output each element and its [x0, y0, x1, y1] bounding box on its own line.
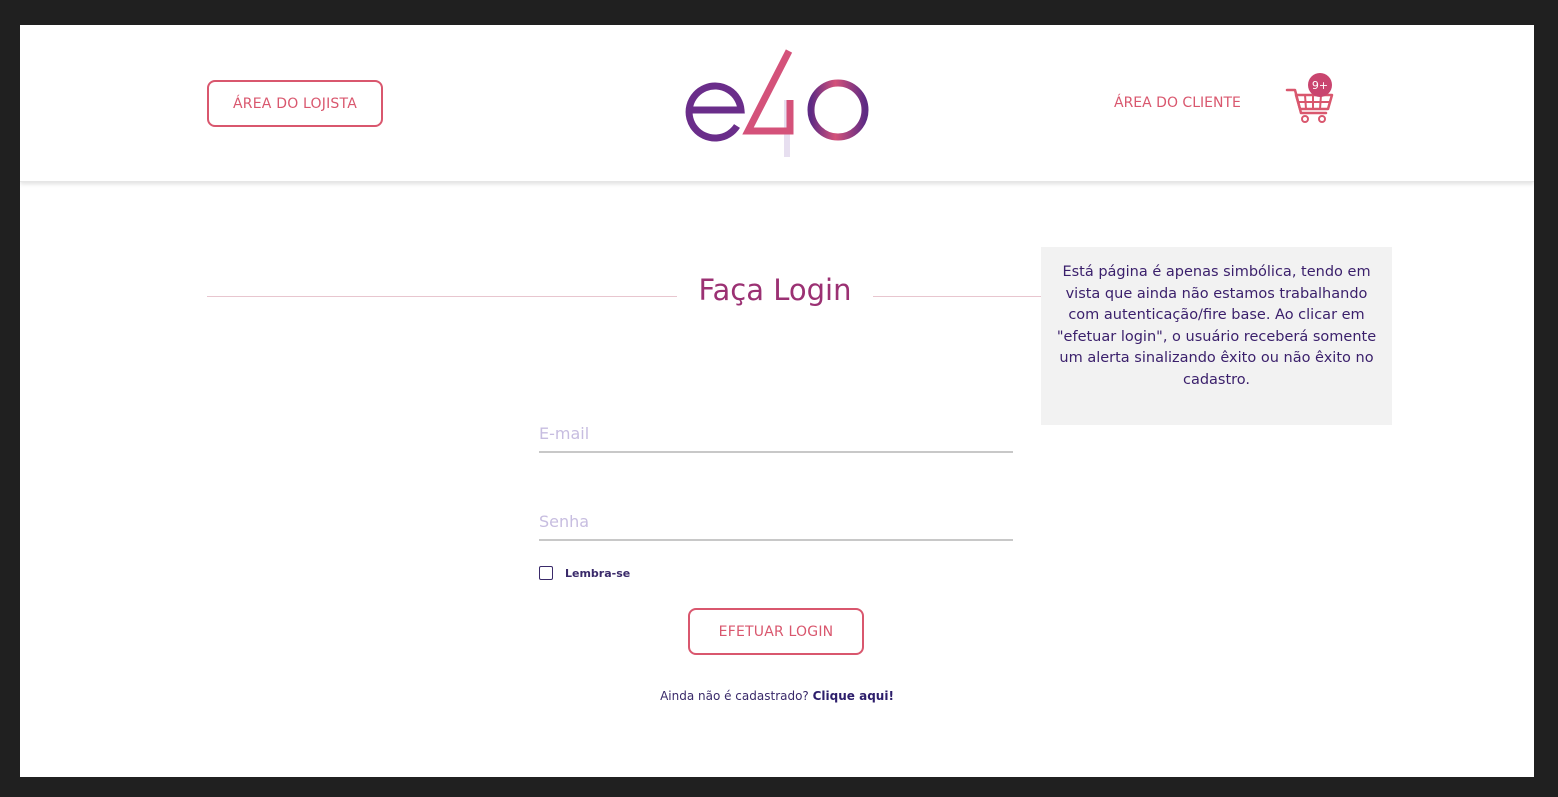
remember-me: Lembra-se [539, 566, 630, 580]
remember-checkbox[interactable] [539, 566, 553, 580]
e4o-logo[interactable] [680, 45, 880, 165]
cart-badge: 9+ [1308, 73, 1332, 97]
notice-box: Está página é apenas simbólica, tendo em… [1041, 247, 1392, 425]
senha-input[interactable] [539, 503, 1013, 539]
page: ÁREA DO LOJISTA ÁREA DO CLIENTE 9+ Faça … [20, 25, 1534, 777]
area-do-lojista-button[interactable]: ÁREA DO LOJISTA [207, 80, 383, 127]
page-title: Faça Login [698, 273, 852, 307]
email-field-wrapper [539, 415, 1013, 453]
senha-field-wrapper [539, 503, 1013, 541]
remember-label: Lembra-se [565, 566, 631, 580]
signup-text: Ainda não é cadastrado? [660, 689, 813, 703]
area-do-cliente-link[interactable]: ÁREA DO CLIENTE [1114, 95, 1241, 111]
email-input[interactable] [539, 415, 1013, 451]
title-divider-left [207, 296, 677, 297]
efetuar-login-button[interactable]: EFETUAR LOGIN [688, 608, 864, 655]
signup-prompt: Ainda não é cadastrado? Clique aqui! [20, 689, 1534, 703]
signup-link[interactable]: Clique aqui! [813, 689, 894, 703]
header: ÁREA DO LOJISTA ÁREA DO CLIENTE 9+ [20, 25, 1534, 182]
